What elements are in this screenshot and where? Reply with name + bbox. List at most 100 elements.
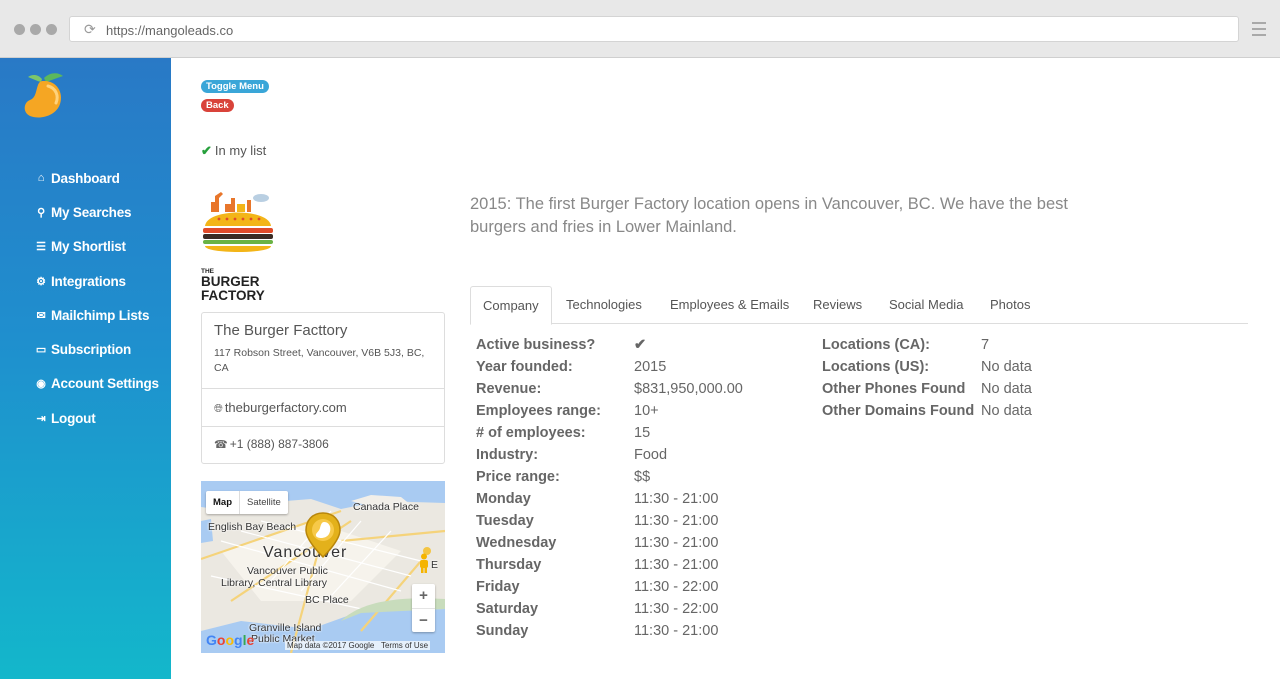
zoom-in-button[interactable]: + bbox=[412, 584, 435, 608]
svg-text:FACTORY: FACTORY bbox=[201, 288, 265, 303]
terms-of-use-link[interactable]: Terms of Use bbox=[381, 641, 428, 650]
tab-photos[interactable]: Photos bbox=[990, 286, 1030, 324]
list-icon: ☰ bbox=[36, 241, 46, 254]
sidebar-item-label: Mailchimp Lists bbox=[51, 307, 150, 323]
detail-key: Other Phones Found bbox=[822, 381, 966, 397]
map-type-map[interactable]: Map bbox=[206, 491, 240, 514]
tab-social-media[interactable]: Social Media bbox=[889, 286, 963, 324]
detail-row: Wednesday 11:30 - 21:00 bbox=[476, 532, 743, 554]
detail-key: Other Domains Found bbox=[822, 403, 975, 419]
in-my-list-status[interactable]: ✔ In my list bbox=[201, 143, 266, 159]
divider bbox=[202, 388, 444, 389]
detail-value: Food bbox=[634, 447, 668, 463]
sidebar-item-label: Integrations bbox=[51, 273, 126, 289]
maximize-dot[interactable] bbox=[46, 24, 57, 35]
detail-value: 11:30 - 21:00 bbox=[634, 623, 719, 639]
browser-chrome: ⟳ https://mangoleads.co bbox=[0, 0, 1280, 58]
detail-key: Saturday bbox=[476, 601, 539, 617]
detail-tabs: Company Technologies Employees & Emails … bbox=[470, 286, 1248, 325]
gears-icon: ⚙ bbox=[36, 275, 46, 288]
detail-key: Employees range: bbox=[476, 403, 601, 419]
sidebar-item-my-shortlist[interactable]: ☰ My Shortlist bbox=[34, 230, 159, 264]
company-details-right: Locations (CA): 7 Locations (US): No data Ot… bbox=[822, 334, 1032, 422]
detail-key: Thursday bbox=[476, 557, 542, 573]
active-check-icon: ✔ bbox=[634, 337, 647, 353]
detail-row: Locations (US): No data bbox=[822, 356, 1032, 378]
minimize-dot[interactable] bbox=[30, 24, 41, 35]
sidebar-item-label: Subscription bbox=[51, 342, 132, 358]
sidebar-item-label: My Searches bbox=[51, 204, 132, 220]
detail-value: No data bbox=[981, 381, 1032, 397]
detail-row: Thursday 11:30 - 21:00 bbox=[476, 554, 743, 576]
detail-key: Wednesday bbox=[476, 535, 557, 551]
sidebar-item-integrations[interactable]: ⚙ Integrations bbox=[34, 264, 159, 298]
sidebar-item-logout[interactable]: ⇥ Logout bbox=[34, 401, 159, 435]
street-view-pegman-icon[interactable] bbox=[418, 553, 430, 573]
company-phone[interactable]: ☎ +1 (888) 887-3806 bbox=[214, 437, 329, 451]
tab-reviews[interactable]: Reviews bbox=[813, 286, 862, 324]
detail-value: 7 bbox=[981, 337, 990, 353]
detail-value: $$ bbox=[634, 469, 651, 485]
location-pin-icon[interactable] bbox=[304, 511, 342, 559]
phone-icon: ☎ bbox=[214, 439, 228, 451]
window-controls bbox=[14, 24, 57, 35]
company-website-link[interactable]: 🌐︎ theburgerfactory.com bbox=[214, 400, 347, 416]
sidebar-item-label: Logout bbox=[51, 410, 96, 426]
detail-row: Monday 11:30 - 21:00 bbox=[476, 488, 743, 510]
attribution-text: Map data ©2017 Google bbox=[287, 641, 375, 650]
phone-text: +1 (888) 887-3806 bbox=[229, 437, 329, 451]
detail-row: Saturday 11:30 - 22:00 bbox=[476, 598, 743, 620]
mango-logo-icon[interactable] bbox=[22, 70, 66, 120]
sidebar-item-subscription[interactable]: ▭ Subscription bbox=[34, 332, 159, 366]
sidebar-item-my-searches[interactable]: ⚲ My Searches bbox=[34, 195, 159, 229]
map-type-satellite[interactable]: Satellite bbox=[240, 491, 288, 514]
credit-card-icon: ▭ bbox=[35, 344, 47, 357]
detail-key: Tuesday bbox=[476, 513, 534, 529]
sidebar-item-dashboard[interactable]: ⌂ Dashboard bbox=[34, 161, 159, 195]
company-description: 2015: The first Burger Factory location … bbox=[470, 195, 1068, 236]
map-attribution: Map data ©2017 Google Terms of Use bbox=[285, 641, 431, 650]
map-label: E bbox=[431, 559, 439, 571]
detail-value: 11:30 - 21:00 bbox=[634, 513, 719, 529]
detail-row: Friday 11:30 - 22:00 bbox=[476, 576, 743, 598]
sidebar-item-label: Dashboard bbox=[51, 170, 120, 186]
detail-row: Year founded: 2015 bbox=[476, 356, 743, 378]
detail-row: Locations (CA): 7 bbox=[822, 334, 1032, 356]
globe-icon: 🌐︎ bbox=[214, 403, 223, 415]
detail-key: Revenue: bbox=[476, 381, 542, 397]
sidebar: ⌂ Dashboard ⚲ My Searches ☰ My Shortlist ⚙ Inte… bbox=[0, 58, 171, 679]
reload-icon[interactable]: ⟳ bbox=[84, 22, 96, 36]
detail-value: 15 bbox=[634, 425, 651, 441]
detail-value: 11:30 - 21:00 bbox=[634, 491, 719, 507]
detail-row: Price range: $$ bbox=[476, 466, 743, 488]
sidebar-item-account-settings[interactable]: ◉ Account Settings bbox=[34, 367, 159, 401]
company-logo: THE BURGER FACTORY bbox=[201, 188, 275, 303]
detail-row: Other Phones Found No data bbox=[822, 378, 1032, 400]
toggle-menu-button[interactable]: Toggle Menu bbox=[201, 80, 269, 93]
address-bar[interactable]: ⟳ https://mangoleads.co bbox=[69, 16, 1239, 42]
sidebar-item-label: My Shortlist bbox=[51, 239, 126, 255]
in-my-list-label: In my list bbox=[214, 143, 267, 158]
detail-row: Industry: Food bbox=[476, 444, 743, 466]
tab-company[interactable]: Company bbox=[470, 286, 552, 325]
back-button[interactable]: Back bbox=[201, 99, 234, 112]
close-dot[interactable] bbox=[14, 24, 25, 35]
detail-key: Active business? bbox=[476, 337, 596, 353]
zoom-out-button[interactable]: − bbox=[412, 608, 435, 632]
url-text[interactable]: https://mangoleads.co bbox=[106, 23, 233, 38]
sidebar-item-mailchimp-lists[interactable]: ✉ Mailchimp Lists bbox=[34, 298, 159, 332]
detail-row: Other Domains Found No data bbox=[822, 400, 1032, 422]
detail-row: Active business? ✔ bbox=[476, 334, 743, 356]
main-content: Toggle Menu Back ✔ In my list THE BURGER … bbox=[171, 58, 1280, 679]
tab-employees-emails[interactable]: Employees & Emails bbox=[670, 286, 789, 324]
location-map[interactable]: Map Satellite Canada Place English Bay B… bbox=[201, 481, 445, 653]
detail-value: 11:30 - 21:00 bbox=[634, 557, 719, 573]
map-label: English Bay Beach bbox=[208, 521, 297, 533]
detail-key: Locations (CA): bbox=[822, 337, 930, 353]
detail-row: Revenue: $831,950,000.00 bbox=[476, 378, 743, 400]
company-name: The Burger Facttory bbox=[214, 322, 348, 339]
browser-menu-icon[interactable] bbox=[1252, 22, 1266, 40]
detail-key: Industry: bbox=[476, 447, 539, 463]
detail-value: 2015 bbox=[634, 359, 667, 375]
tab-technologies[interactable]: Technologies bbox=[566, 286, 642, 324]
